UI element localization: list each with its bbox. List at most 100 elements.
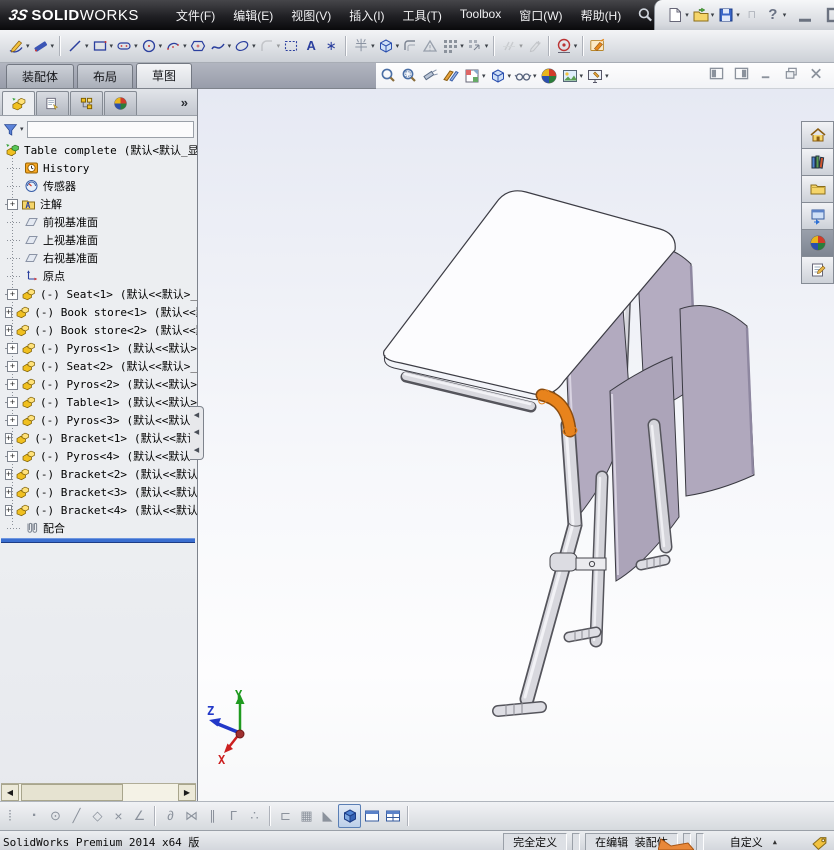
panel-tab-propertymanager[interactable] [36, 91, 69, 115]
tree-item[interactable]: 前视基准面 [0, 213, 197, 231]
doc-minimize-button[interactable] [758, 66, 775, 86]
save-document-button[interactable]: ▾ [716, 5, 741, 25]
window-maximize-button[interactable] [823, 6, 834, 24]
expand-icon[interactable]: + [7, 342, 18, 354]
tree-item[interactable]: + (-) Pyros<4> (默认<<默认> [0, 447, 197, 465]
zoom-to-area-button[interactable] [399, 66, 419, 86]
pane-left-button[interactable] [708, 66, 725, 86]
help-button[interactable]: ? ▾ [763, 5, 788, 25]
filter-dropdown-icon[interactable]: ▾ [20, 125, 24, 133]
tube-clamp[interactable] [549, 552, 578, 572]
file-explorer-button[interactable] [801, 176, 834, 203]
dropdown-arrow-icon[interactable]: ▾ [460, 42, 464, 50]
tree-item[interactable]: + (-) Seat<1> (默认<<默认>_ [0, 285, 197, 303]
perpendicular-snap-button[interactable]: Γ [223, 805, 244, 827]
tree-item[interactable]: + (-) Pyros<2> (默认<<默认> [0, 375, 197, 393]
pane-right-button[interactable] [733, 66, 750, 86]
section-view-button[interactable] [441, 66, 461, 86]
centerpoint-arc-button[interactable]: ▾ [163, 35, 188, 57]
menu-toolbox[interactable]: Toolbox [451, 2, 510, 29]
text-button[interactable]: A [301, 35, 321, 57]
window-minimize-button[interactable] [794, 6, 816, 24]
edit-appearance-button[interactable] [539, 66, 559, 86]
tree-item[interactable]: 原点 [0, 267, 197, 285]
tab-布局[interactable]: 布局 [77, 64, 134, 88]
dropdown-arrow-icon[interactable]: ▾ [485, 42, 489, 50]
trim-entities-button[interactable]: 半 ▾ [351, 35, 376, 57]
menu-h[interactable]: 帮助(H) [572, 2, 631, 29]
view-palette-button[interactable] [801, 203, 834, 230]
tree-item[interactable]: + (-) Table<1> (默认<<默认> [0, 393, 197, 411]
appearances-scenes-button[interactable] [801, 230, 834, 257]
linear-sketch-pattern-button[interactable]: ▾ [440, 35, 465, 57]
drag-handle-button[interactable] [3, 805, 24, 827]
polygon-button[interactable] [188, 35, 208, 57]
view-settings-button[interactable]: ▾ [585, 66, 610, 86]
expand-icon[interactable]: + [7, 288, 18, 300]
spline-button[interactable]: ▾ [208, 35, 233, 57]
tree-item[interactable]: + (-) Pyros<3> (默认<<默认> [0, 411, 197, 429]
filter-icon[interactable] [3, 122, 18, 137]
grid-snap-button[interactable]: ▦ [296, 805, 317, 827]
menu-i[interactable]: 插入(I) [340, 2, 393, 29]
tree-root-item[interactable]: Table complete (默认<默认_显 [0, 141, 197, 159]
tangent-snap-button[interactable]: ∂ [160, 805, 181, 827]
menu-w[interactable]: 窗口(W) [510, 2, 571, 29]
expand-icon[interactable]: + [5, 306, 13, 318]
circle-button[interactable]: ▾ [139, 35, 164, 57]
sketch-button[interactable]: ▾ [6, 35, 31, 57]
point-button[interactable]: ∗ [321, 35, 341, 57]
new-document-button[interactable]: ▾ [665, 5, 690, 25]
center-snap-button[interactable]: ⊙ [45, 805, 66, 827]
tree-item[interactable]: + A 注解 [0, 195, 197, 213]
dropdown-arrow-icon[interactable]: ▾ [508, 72, 512, 80]
open-document-button[interactable]: ▾ [691, 5, 716, 25]
doc-close-button[interactable] [808, 66, 825, 86]
single-viewport-button[interactable] [361, 805, 382, 827]
four-viewport-button[interactable] [382, 805, 403, 827]
dropdown-arrow-icon[interactable]: ▾ [685, 11, 689, 19]
dropdown-arrow-icon[interactable]: ▾ [605, 72, 609, 80]
expand-icon[interactable]: + [7, 378, 18, 390]
add-relation-button[interactable] [524, 35, 544, 57]
custom-properties-button[interactable] [801, 257, 834, 284]
tree-item[interactable]: + (-) Bracket<3> (默认<<默认 [0, 483, 197, 501]
dropdown-arrow-icon[interactable]: ▾ [26, 42, 30, 50]
scrollbar-thumb[interactable] [21, 784, 123, 801]
move-entities-button[interactable]: ▾ [465, 35, 490, 57]
sketch-fillet-button[interactable]: ▾ [257, 35, 282, 57]
corner-rectangle-button[interactable]: ▾ [90, 35, 115, 57]
expand-icon[interactable]: + [5, 432, 13, 444]
quadrant-snap-button[interactable]: ◇ [87, 805, 108, 827]
expand-icon[interactable]: + [5, 468, 13, 480]
expand-icon[interactable]: + [7, 360, 18, 372]
mirror-entities-button[interactable] [420, 35, 440, 57]
parallel-snap-button[interactable]: ∥ [202, 805, 223, 827]
dropdown-arrow-icon[interactable]: ▾ [51, 42, 55, 50]
tab-草图[interactable]: 草图 [136, 63, 193, 88]
dropdown-arrow-icon[interactable]: ▾ [396, 42, 400, 50]
point-snap-button[interactable]: · [24, 805, 45, 827]
expand-icon[interactable]: + [5, 324, 13, 336]
dropdown-arrow-icon[interactable]: ▾ [228, 42, 232, 50]
ellipse-button[interactable]: ▾ [232, 35, 257, 57]
table-top[interactable] [383, 190, 676, 396]
doc-restore-button[interactable] [783, 66, 800, 86]
dropdown-arrow-icon[interactable]: ▾ [574, 42, 578, 50]
custom-status[interactable]: 自定义 ▲ [730, 834, 777, 850]
dropdown-arrow-icon[interactable]: ▾ [519, 42, 523, 50]
tree-item[interactable]: +(-) Book store<1>(默认<<默 [0, 303, 197, 321]
dropdown-arrow-icon[interactable]: ▾ [482, 72, 486, 80]
dropdown-arrow-icon[interactable]: ▾ [533, 72, 537, 80]
menu-f[interactable]: 文件(F) [167, 2, 224, 29]
panel-tab-configurationmanager[interactable] [70, 91, 103, 115]
search-button[interactable] [636, 6, 654, 24]
display-style-button[interactable]: ▾ [488, 66, 513, 86]
sketch-tools-button[interactable] [588, 35, 608, 57]
dropdown-arrow-icon[interactable]: ▾ [580, 72, 584, 80]
half-snap-button[interactable]: ◣ [317, 805, 338, 827]
line-snap-button[interactable]: ╱ [66, 805, 87, 827]
straight-slot-button[interactable]: ▾ [114, 35, 139, 57]
expand-icon[interactable]: + [7, 450, 18, 462]
dropdown-arrow-icon[interactable]: ▾ [159, 42, 163, 50]
